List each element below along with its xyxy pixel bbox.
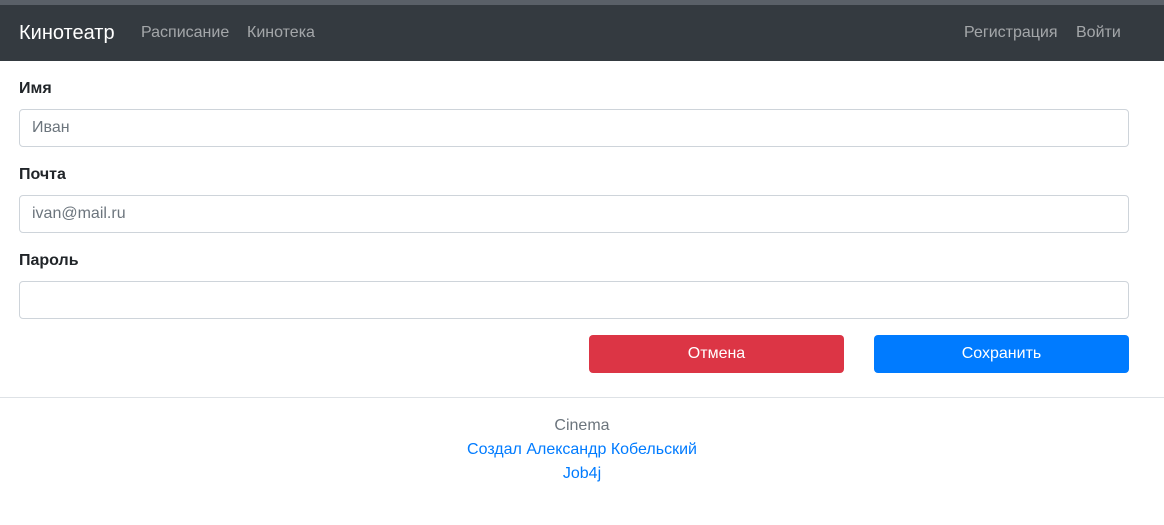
cancel-button[interactable]: Отмена xyxy=(589,335,844,373)
footer-author-link[interactable]: Создал Александр Кобельский xyxy=(467,441,697,458)
email-input[interactable] xyxy=(19,195,1129,233)
name-label: Имя xyxy=(19,80,52,97)
save-button[interactable]: Сохранить xyxy=(874,335,1129,373)
navbar-brand[interactable]: Кинотеатр xyxy=(19,19,115,47)
navbar: Кинотеатр Расписание Кинотека Регистраци… xyxy=(0,5,1164,61)
nav-link-register[interactable]: Регистрация xyxy=(964,21,1058,45)
email-label: Почта xyxy=(19,166,66,183)
nav-link-schedule[interactable]: Расписание xyxy=(141,21,229,45)
name-input[interactable] xyxy=(19,109,1129,147)
footer-brand: Cinema xyxy=(554,417,610,434)
nav-link-library[interactable]: Кинотека xyxy=(247,21,315,45)
footer-divider xyxy=(0,397,1164,398)
password-label: Пароль xyxy=(19,252,79,269)
nav-link-login[interactable]: Войти xyxy=(1076,21,1121,45)
password-input[interactable] xyxy=(19,281,1129,319)
footer-job4j-link[interactable]: Job4j xyxy=(563,465,601,482)
